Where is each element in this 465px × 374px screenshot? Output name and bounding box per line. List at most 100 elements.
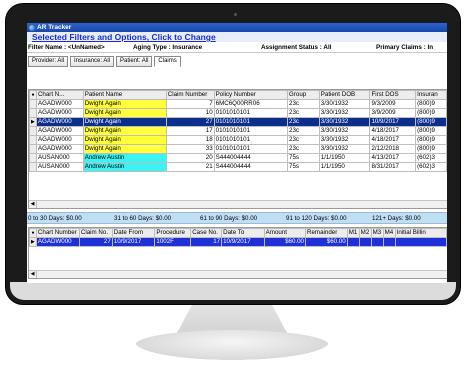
cell-patient-name: Dwight Again bbox=[82, 126, 167, 136]
primary-claims: Primary Claims : In bbox=[376, 44, 434, 51]
cell-patient-dob: 3/30/1932 bbox=[318, 126, 371, 136]
claims-row[interactable]: AGADW000 Dwight Again 10 0101010101 23c 3/30/… bbox=[29, 108, 447, 118]
cell-claim-number: 33 bbox=[165, 144, 215, 154]
col-detail-amount[interactable]: Amount bbox=[263, 228, 307, 238]
cell-group: 23c bbox=[287, 144, 320, 154]
claims-row[interactable]: AGADW000 Dwight Again 7 6MC6Q00RR06 23c 3/30/… bbox=[29, 99, 447, 109]
cell-patient-dob: 3/30/1932 bbox=[318, 135, 371, 145]
aging-summary-bar: 0 to 30 Days: $0.00 31 to 60 Days: $0.00… bbox=[27, 212, 447, 224]
row-selector[interactable] bbox=[29, 126, 37, 136]
row-selector[interactable] bbox=[29, 99, 37, 109]
col-detail-m2[interactable]: M2 bbox=[358, 228, 372, 238]
row-selector[interactable] bbox=[29, 162, 37, 172]
cell-insurance: (800)9 bbox=[415, 126, 447, 136]
cell-chart-number: AGADW000 bbox=[35, 117, 84, 127]
cell-insurance: (800)9 bbox=[415, 108, 447, 118]
monitor-base bbox=[135, 330, 329, 360]
col-insurance[interactable]: Insuran bbox=[415, 90, 447, 100]
monitor-chin bbox=[10, 282, 456, 300]
tab-row: Provider: All Insurance: All Patient: Al… bbox=[27, 53, 447, 69]
claims-row[interactable]: AGADW000 Dwight Again 33 0101010101 23c 3/30/… bbox=[29, 144, 447, 154]
cell-patient-name: Andrew Austin bbox=[82, 162, 167, 172]
cell-group: 75s bbox=[287, 162, 320, 172]
col-patient-dob[interactable]: Patient DOB bbox=[318, 90, 371, 100]
detail-scroll-left-arrow-icon[interactable]: ◀ bbox=[29, 271, 37, 278]
col-patient-name[interactable]: Patient Name bbox=[82, 90, 167, 100]
col-claim-number[interactable]: Claim Number bbox=[165, 90, 215, 100]
cell-policy-number: 0101010101 bbox=[213, 108, 289, 118]
cell-detail-claim: 27 bbox=[78, 237, 113, 247]
claims-row[interactable]: AGADW000 Dwight Again 17 0101010101 23c 3/30/… bbox=[29, 126, 447, 136]
col-detail-m4[interactable]: M4 bbox=[382, 228, 396, 238]
col-detail-chart-number[interactable]: Chart Number bbox=[35, 228, 80, 238]
col-detail-remainder[interactable]: Remainder bbox=[305, 228, 348, 238]
col-detail-procedure[interactable]: Procedure bbox=[154, 228, 192, 238]
row-selector[interactable] bbox=[29, 135, 37, 145]
cell-patient-name: Dwight Again bbox=[82, 99, 167, 109]
cell-claim-number: 27 bbox=[165, 117, 215, 127]
row-selector[interactable] bbox=[29, 108, 37, 118]
cell-claim-number: 7 bbox=[165, 99, 215, 109]
change-filters-link[interactable]: Selected Filters and Options, Click to C… bbox=[27, 32, 447, 42]
scroll-left-arrow-icon[interactable]: ◀ bbox=[29, 201, 37, 208]
cell-policy-number: 0101010101 bbox=[213, 117, 289, 127]
cell-insurance: (602)3 bbox=[415, 162, 447, 172]
detail-row[interactable]: ▶ AGADW000 27 10/9/2017 1002F 17 10/9/2017 $60.… bbox=[29, 237, 447, 247]
claims-grid[interactable]: ● Chart N... Patient Name Claim Number P… bbox=[28, 89, 447, 209]
col-detail-m1[interactable]: M1 bbox=[346, 228, 360, 238]
cell-insurance: (800)9 bbox=[415, 135, 447, 145]
detail-current-row-arrow-icon[interactable]: ▶ bbox=[29, 237, 37, 247]
cell-patient-dob: 3/30/1932 bbox=[318, 99, 371, 109]
cell-chart-number: AGADW000 bbox=[35, 108, 84, 118]
cell-chart-number: AUSAN000 bbox=[35, 153, 84, 163]
col-detail-initial-billing[interactable]: Initial Billin bbox=[394, 228, 447, 238]
col-policy-number[interactable]: Policy Number bbox=[213, 90, 289, 100]
row-selector[interactable] bbox=[29, 153, 37, 163]
claims-horizontal-scrollbar[interactable]: ◀ bbox=[29, 200, 447, 208]
cell-policy-number: 6MC6Q00RR06 bbox=[213, 99, 289, 109]
filter-summary: Filter Name : <UnNamed> Aging Type : Ins… bbox=[27, 42, 447, 53]
cell-insurance: (800)9 bbox=[415, 144, 447, 154]
col-detail-date-from[interactable]: Date From bbox=[111, 228, 156, 238]
cell-claim-number: 17 bbox=[165, 126, 215, 136]
claims-row[interactable]: ▶ AGADW000 Dwight Again 27 0101010101 23c 3/30… bbox=[29, 117, 447, 127]
title-bar: AR Tracker bbox=[27, 23, 447, 32]
cell-group: 23c bbox=[287, 126, 320, 136]
aging-0-30: 0 to 30 Days: $0.00 bbox=[28, 215, 82, 222]
col-chart-number[interactable]: Chart N... bbox=[35, 90, 84, 100]
cell-insurance: (602)3 bbox=[415, 153, 447, 163]
claims-row[interactable]: AUSAN000 Andrew Austin 20 S444004444 75s 1/1/… bbox=[29, 153, 447, 163]
claims-header-row: ● Chart N... Patient Name Claim Number P… bbox=[29, 90, 447, 100]
claims-row[interactable]: AGADW000 Dwight Again 18 0101010101 23c 3/30/… bbox=[29, 135, 447, 145]
col-detail-date-to[interactable]: Date To bbox=[221, 228, 265, 238]
detail-horizontal-scrollbar[interactable]: ◀ bbox=[29, 270, 447, 278]
detail-table: ● Chart Number Claim No. Date From Proce… bbox=[29, 228, 447, 247]
cell-claim-number: 18 bbox=[165, 135, 215, 145]
tab-insurance[interactable]: Insurance: All bbox=[70, 55, 115, 67]
col-group[interactable]: Group bbox=[287, 90, 320, 100]
cell-group: 23c bbox=[287, 108, 320, 118]
cell-patient-dob: 3/30/1932 bbox=[318, 108, 371, 118]
col-detail-m3[interactable]: M3 bbox=[370, 228, 384, 238]
cell-policy-number: 0101010101 bbox=[213, 144, 289, 154]
detail-header-row: ● Chart Number Claim No. Date From Proce… bbox=[29, 228, 447, 238]
assignment-status: Assignment Status : All bbox=[261, 44, 332, 51]
aging-31-60: 31 to 60 Days: $0.00 bbox=[114, 215, 172, 222]
aging-91-120: 91 to 120 Days: $0.00 bbox=[286, 215, 347, 222]
tab-patient[interactable]: Patient: All bbox=[116, 55, 153, 67]
cell-detail-remainder: $60.00 bbox=[305, 237, 348, 247]
cell-detail-m2 bbox=[358, 237, 372, 247]
current-row-arrow-icon[interactable]: ▶ bbox=[29, 117, 37, 127]
claims-row[interactable]: AUSAN000 Andrew Austin 21 S444004444 75s 1/1/… bbox=[29, 162, 447, 172]
tab-claims[interactable]: Claims bbox=[154, 55, 181, 67]
col-detail-claim-no[interactable]: Claim No. bbox=[78, 228, 113, 238]
row-selector[interactable] bbox=[29, 144, 37, 154]
tab-provider[interactable]: Provider: All bbox=[28, 55, 69, 67]
app-window: AR Tracker Selected Filters and Options,… bbox=[27, 23, 447, 283]
detail-grid[interactable]: ● Chart Number Claim No. Date From Proce… bbox=[28, 227, 447, 279]
cell-patient-name: Andrew Austin bbox=[82, 153, 167, 163]
col-detail-case-no[interactable]: Case No. bbox=[190, 228, 223, 238]
cell-patient-name: Dwight Again bbox=[82, 135, 167, 145]
cell-claim-number: 20 bbox=[165, 153, 215, 163]
col-first-dos[interactable]: First DOS bbox=[369, 90, 417, 100]
